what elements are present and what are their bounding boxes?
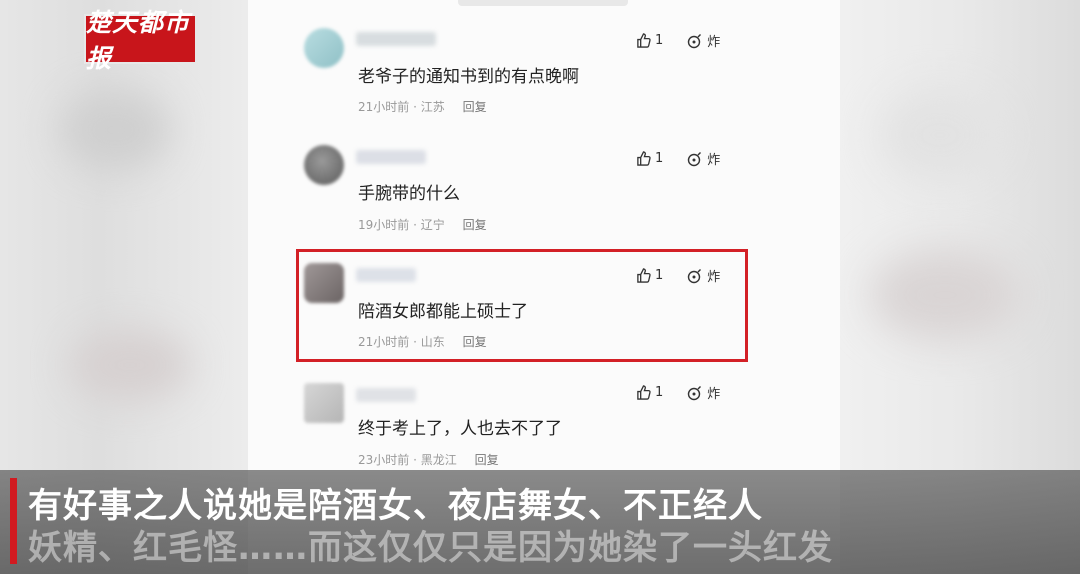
comment-actions: 1 炸	[636, 383, 720, 402]
like-count: 1	[655, 385, 664, 400]
news-logo: 楚天都市报	[84, 8, 197, 73]
crush-label[interactable]: 炸	[707, 383, 720, 402]
thumbs-up-icon[interactable]	[636, 385, 651, 400]
comment-text: 终于考上了，人也去不了了	[358, 419, 562, 439]
comment-location: 黑龙江	[420, 453, 457, 467]
comment-item: 终于考上了，人也去不了了 23小时前 · 黑龙江 回复 1 炸	[248, 0, 840, 480]
caption-accent-bar	[10, 478, 17, 564]
bomb-icon[interactable]	[687, 385, 703, 401]
video-frame: 老爷子的通知书到的有点晚啊 21小时前 · 江苏 回复 1 炸 手腕带的什么 1…	[0, 0, 1080, 574]
avatar[interactable]	[304, 383, 344, 423]
comment-meta: 23小时前 · 黑龙江 回复	[358, 453, 499, 467]
caption-line-2: 妖精、红毛怪……而这仅仅只是因为她染了一头红发	[28, 528, 833, 568]
comment-time: 23小时前	[358, 453, 410, 467]
reply-button[interactable]: 回复	[475, 453, 499, 467]
highlight-box	[296, 249, 748, 362]
username-blurred[interactable]	[356, 388, 416, 402]
